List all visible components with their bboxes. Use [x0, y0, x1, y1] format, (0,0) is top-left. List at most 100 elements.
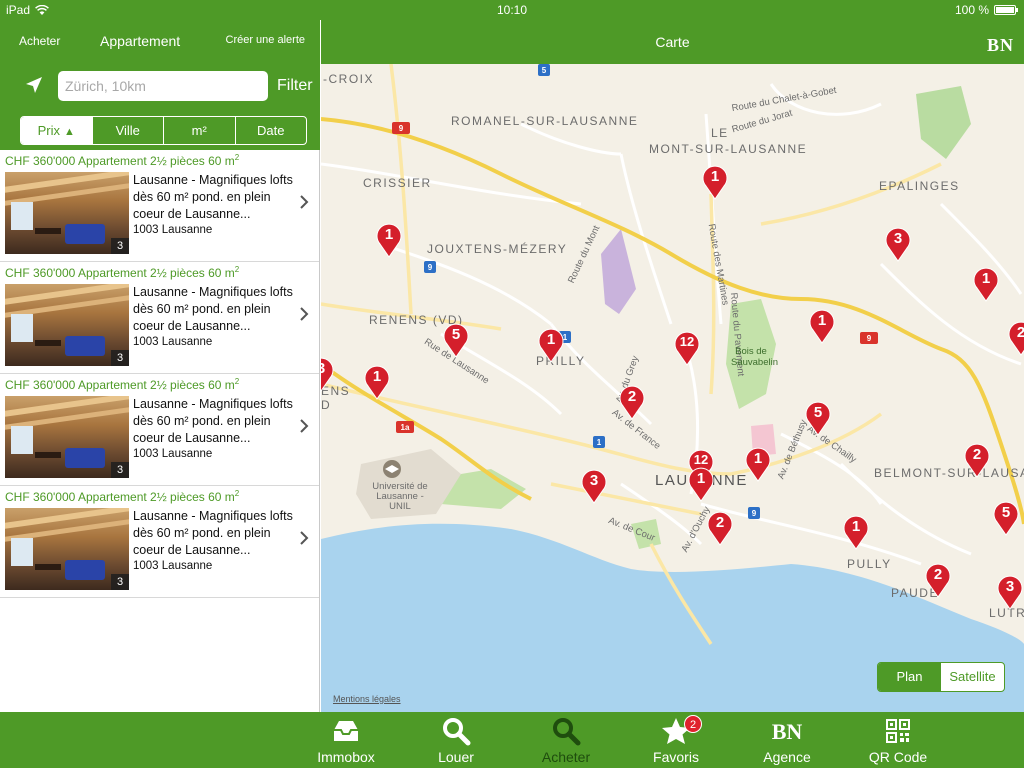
- map-pin[interactable]: 3: [321, 356, 335, 392]
- pin-count: 3: [1005, 578, 1015, 595]
- map-pin[interactable]: 3: [996, 574, 1024, 610]
- map-base: 9 9 1a 5 9 1 1 9: [321, 64, 1024, 712]
- place-label: PULLY: [847, 557, 892, 571]
- back-button[interactable]: Acheter: [19, 34, 60, 48]
- chevron-right-icon: [300, 531, 309, 545]
- map-type-plan-button[interactable]: Plan: [878, 663, 941, 691]
- place-label: MONT-SUR-LAUSANNE: [649, 142, 808, 156]
- map-type-satellite-button[interactable]: Satellite: [941, 663, 1004, 691]
- create-alert-button[interactable]: Créer une alerte: [226, 34, 306, 46]
- map-pin[interactable]: 3: [580, 468, 608, 504]
- listing-title: CHF 360'000 Appartement 2½ pièces 60 m2: [5, 153, 240, 168]
- tab-label: Louer: [438, 749, 474, 765]
- place-label: BELMONT-SUR-LAUSAN: [874, 466, 1024, 480]
- place-label: JOUXTENS-MÉZERY: [427, 242, 568, 256]
- qr-code-icon: [886, 719, 910, 743]
- bn-logo-icon: BN: [771, 719, 803, 744]
- tab-louer[interactable]: Louer: [406, 712, 506, 768]
- map-pin[interactable]: 3: [884, 226, 912, 262]
- map-pin[interactable]: 1: [537, 327, 565, 363]
- map-pin[interactable]: 5: [804, 400, 832, 436]
- sort-date-button[interactable]: Date: [236, 117, 307, 144]
- photo-count-badge: 3: [111, 238, 129, 254]
- map-pin[interactable]: 2: [706, 510, 734, 546]
- svg-text:9: 9: [428, 263, 433, 272]
- listing-item[interactable]: CHF 360'000 Appartement 2½ pièces 60 m2 …: [0, 374, 319, 486]
- map-pin[interactable]: 5: [992, 500, 1020, 536]
- map-pin[interactable]: 1: [375, 222, 403, 258]
- status-bar: iPad 10:10 100 %: [0, 0, 1024, 20]
- pin-count: 5: [1001, 504, 1011, 521]
- map-pin[interactable]: 1: [744, 446, 772, 482]
- pin-count: 12: [679, 334, 695, 349]
- place-label: D: [321, 398, 332, 412]
- inbox-icon: [334, 721, 358, 741]
- place-label: -CROIX: [323, 72, 374, 86]
- sort-price-label: Prix: [37, 123, 60, 138]
- tab-acheter[interactable]: Acheter: [516, 712, 616, 768]
- sort-city-button[interactable]: Ville: [93, 117, 164, 144]
- list-title: Appartement: [100, 33, 181, 49]
- map-pin[interactable]: 2: [618, 384, 646, 420]
- listing-photo: 3: [5, 172, 129, 254]
- list-nav-bar: Acheter Appartement Créer une alerte: [0, 20, 320, 64]
- svg-text:9: 9: [752, 509, 757, 518]
- pin-count: 1: [546, 331, 556, 348]
- map-pin[interactable]: 1: [363, 364, 391, 400]
- road-label: Bois de Sauvabelin: [731, 346, 779, 368]
- listing-photo: 3: [5, 508, 129, 590]
- place-label: Université de Lausanne - UNIL: [372, 481, 428, 512]
- pin-count: 1: [817, 312, 827, 329]
- pin-count: 2: [1016, 324, 1024, 341]
- svg-text:1a: 1a: [401, 423, 410, 432]
- map-pin[interactable]: 2: [1007, 320, 1024, 356]
- legal-notice-link[interactable]: Mentions légales: [333, 694, 401, 704]
- clock: 10:10: [496, 3, 528, 17]
- listing-item[interactable]: CHF 360'000 Appartement 2½ pièces 60 m2 …: [0, 262, 319, 374]
- tab-qr-code[interactable]: QR Code: [848, 712, 948, 768]
- map-title: Carte: [655, 34, 690, 50]
- listing-photo: 3: [5, 396, 129, 478]
- map-pin[interactable]: 12: [673, 330, 701, 366]
- tab-agence[interactable]: BN Agence: [737, 712, 837, 768]
- map-pin[interactable]: 1: [808, 308, 836, 344]
- pin-count: 12: [693, 452, 709, 467]
- place-label: LE: [711, 126, 729, 140]
- sort-ascending-icon: ▲: [64, 126, 75, 138]
- sort-segmented-control: Prix ▲ Ville m² Date: [20, 116, 307, 145]
- sort-area-button[interactable]: m²: [164, 117, 236, 144]
- filter-button[interactable]: Filter: [277, 77, 313, 95]
- map-view[interactable]: 9 9 1a 5 9 1 1 9 -CROIX ROMANEL-SUR-LAUS…: [321, 64, 1024, 712]
- pin-count: 1: [851, 518, 861, 535]
- pin-count: 1: [710, 168, 720, 185]
- map-pin[interactable]: 2: [963, 442, 991, 478]
- map-pin[interactable]: 1: [972, 266, 1000, 302]
- map-pin[interactable]: 1: [687, 466, 715, 502]
- map-pin[interactable]: 1: [701, 164, 729, 200]
- pin-count: 1: [753, 450, 763, 467]
- map-type-control: Plan Satellite: [877, 662, 1005, 692]
- pin-count: 1: [981, 270, 991, 287]
- listing-city: 1003 Lausanne: [133, 448, 213, 460]
- pin-count: 3: [321, 360, 335, 377]
- sort-price-button[interactable]: Prix ▲: [21, 117, 93, 144]
- location-arrow-icon[interactable]: [24, 75, 44, 95]
- search-input[interactable]: [58, 71, 268, 101]
- listing-item[interactable]: CHF 360'000 Appartement 2½ pièces 60 m2 …: [0, 486, 319, 598]
- listing-item[interactable]: CHF 360'000 Appartement 2½ pièces 60 m2 …: [0, 150, 319, 262]
- pin-count: 2: [933, 566, 943, 583]
- map-pin[interactable]: 2: [924, 562, 952, 598]
- tab-immobox[interactable]: Immobox: [296, 712, 396, 768]
- tab-favoris[interactable]: 2 Favoris: [626, 712, 726, 768]
- map-pin[interactable]: 1: [842, 514, 870, 550]
- pin-count: 3: [893, 230, 903, 247]
- listing-description: Lausanne - Magnifiques lofts dès 60 m² p…: [133, 509, 293, 557]
- tab-label: Agence: [763, 749, 811, 765]
- listing-title: CHF 360'000 Appartement 2½ pièces 60 m2: [5, 377, 240, 392]
- list-header: Acheter Appartement Créer une alerte Fil…: [0, 20, 320, 150]
- listing-title: CHF 360'000 Appartement 2½ pièces 60 m2: [5, 265, 240, 280]
- map-pin[interactable]: 5: [442, 322, 470, 358]
- tab-label: Favoris: [653, 749, 699, 765]
- chevron-right-icon: [300, 419, 309, 433]
- svg-text:9: 9: [399, 124, 404, 133]
